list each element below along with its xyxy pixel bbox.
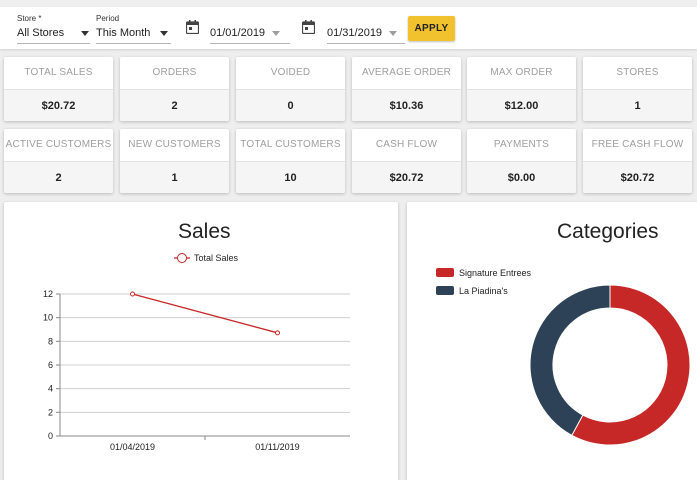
stat-value: 1 [120, 161, 229, 193]
start-date-value: 01/01/2019 [210, 27, 266, 39]
period-underline [96, 43, 171, 44]
filter-bar: Store * All Stores Period This Month 01/… [0, 7, 697, 49]
stat-title: TOTAL CUSTOMERS [240, 139, 341, 150]
calendar-icon[interactable] [302, 20, 315, 34]
stat-value: $12.00 [467, 89, 576, 121]
stat-title: NEW CUSTOMERS [128, 139, 221, 150]
stat-title: ORDERS [152, 67, 197, 78]
stat-card-total-customers: TOTAL CUSTOMERS 10 [236, 129, 345, 193]
data-point [275, 330, 280, 336]
end-date-field[interactable]: 01/31/2019 [327, 7, 405, 49]
store-select[interactable]: Store * All Stores [17, 7, 90, 49]
donut-slice-la-piadina-s [529, 284, 611, 436]
y-tick-label: 6 [48, 360, 53, 370]
sales-panel: Sales 0 2 4 6 8 10 12 01/04/2019 01/11/2019 Total… [4, 202, 398, 480]
legend-label-total-sales: Total Sales [194, 253, 239, 263]
calendar-icon[interactable] [186, 20, 199, 34]
stat-card-cash-flow: CASH FLOW $20.72 [352, 129, 461, 193]
stat-title: VOIDED [270, 67, 311, 78]
series-line-total-sales [132, 293, 278, 334]
stat-title: TOTAL SALES [24, 67, 93, 78]
stat-title: CASH FLOW [375, 139, 438, 150]
stat-card-total-sales: TOTAL SALES $20.72 [4, 57, 113, 121]
chevron-down-icon [272, 31, 280, 36]
stat-card-free-cash-flow: FREE CASH FLOW $20.72 [583, 129, 692, 193]
end-date-value: 01/31/2019 [327, 27, 383, 39]
stat-title: PAYMENTS [493, 139, 550, 150]
stat-card-voided: VOIDED 0 [236, 57, 345, 121]
stat-value: $20.72 [4, 89, 113, 121]
store-label: Store * [17, 14, 42, 23]
x-tick-label: 01/04/2019 [110, 442, 155, 452]
stat-card-average-order: AVERAGE ORDER $10.36 [352, 57, 461, 121]
store-underline [17, 43, 90, 44]
stat-value: $10.36 [352, 89, 461, 121]
sales-line-chart: 0 2 4 6 8 10 12 01/04/2019 01/11/2019 Total Sales [43, 253, 350, 452]
stat-card-payments: PAYMENTS $0.00 [467, 129, 576, 193]
chevron-down-icon [389, 31, 397, 36]
period-value: This Month [96, 27, 151, 39]
y-tick-label: 8 [48, 336, 53, 346]
stat-value: 0 [236, 89, 345, 121]
stat-value: 2 [120, 89, 229, 121]
apply-button[interactable]: APPLY [408, 16, 455, 41]
y-tick-label: 12 [43, 289, 53, 299]
stat-value: $20.72 [583, 161, 692, 193]
period-label: Period [96, 14, 120, 23]
y-tick-label: 10 [43, 313, 53, 323]
stat-value: $0.00 [467, 161, 576, 193]
end-date-underline [327, 43, 405, 44]
stat-card-new-customers: NEW CUSTOMERS 1 [120, 129, 229, 193]
stat-title: FREE CASH FLOW [591, 139, 684, 150]
legend-marker-icon [177, 253, 187, 263]
period-select[interactable]: Period This Month [96, 7, 171, 49]
stat-card-orders: ORDERS 2 [120, 57, 229, 121]
stat-title: MAX ORDER [490, 67, 553, 78]
y-tick-label: 4 [48, 384, 53, 394]
stat-title: STORES [616, 67, 659, 78]
store-value: All Stores [17, 27, 65, 39]
stat-card-stores: STORES 1 [583, 57, 692, 121]
categories-panel: Categories Signature Entrees La Piadina'… [407, 202, 697, 480]
stat-value: $20.72 [352, 161, 461, 193]
stat-card-max-order: MAX ORDER $12.00 [467, 57, 576, 121]
stat-title: ACTIVE CUSTOMERS [5, 139, 112, 150]
categories-donut-chart [529, 284, 691, 446]
start-date-field[interactable]: 01/01/2019 [210, 7, 290, 49]
stat-title: AVERAGE ORDER [361, 67, 452, 78]
stat-value: 1 [583, 89, 692, 121]
y-tick-label: 0 [48, 431, 53, 441]
stat-card-active-customers: ACTIVE CUSTOMERS 2 [4, 129, 113, 193]
stat-value: 10 [236, 161, 345, 193]
x-tick-label: 01/11/2019 [255, 442, 299, 452]
y-tick-label: 2 [48, 407, 53, 417]
chevron-down-icon [81, 31, 89, 36]
data-point [130, 291, 135, 297]
chevron-down-icon [160, 31, 168, 36]
stat-value: 2 [4, 161, 113, 193]
start-date-underline [210, 43, 290, 44]
